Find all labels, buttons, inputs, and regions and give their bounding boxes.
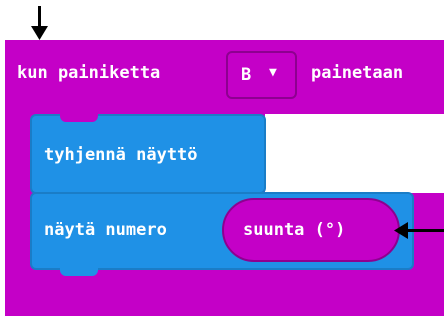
show-number-label: näytä numero [44, 220, 167, 240]
event-prefix-label: kun painiketta [17, 63, 161, 83]
event-suffix-label: painetaan [311, 63, 404, 83]
button-dropdown-value: B [241, 65, 252, 85]
compass-heading-label: suunta (°) [243, 220, 346, 240]
clear-screen-label: tyhjennä näyttö [44, 145, 198, 165]
block-gap [265, 114, 444, 193]
chevron-down-icon: ▼ [269, 65, 277, 80]
block-notch [60, 268, 98, 276]
annotation-arrow-left-stem [407, 229, 444, 232]
button-dropdown[interactable]: B ▼ [226, 51, 297, 99]
block-notch [60, 114, 98, 122]
